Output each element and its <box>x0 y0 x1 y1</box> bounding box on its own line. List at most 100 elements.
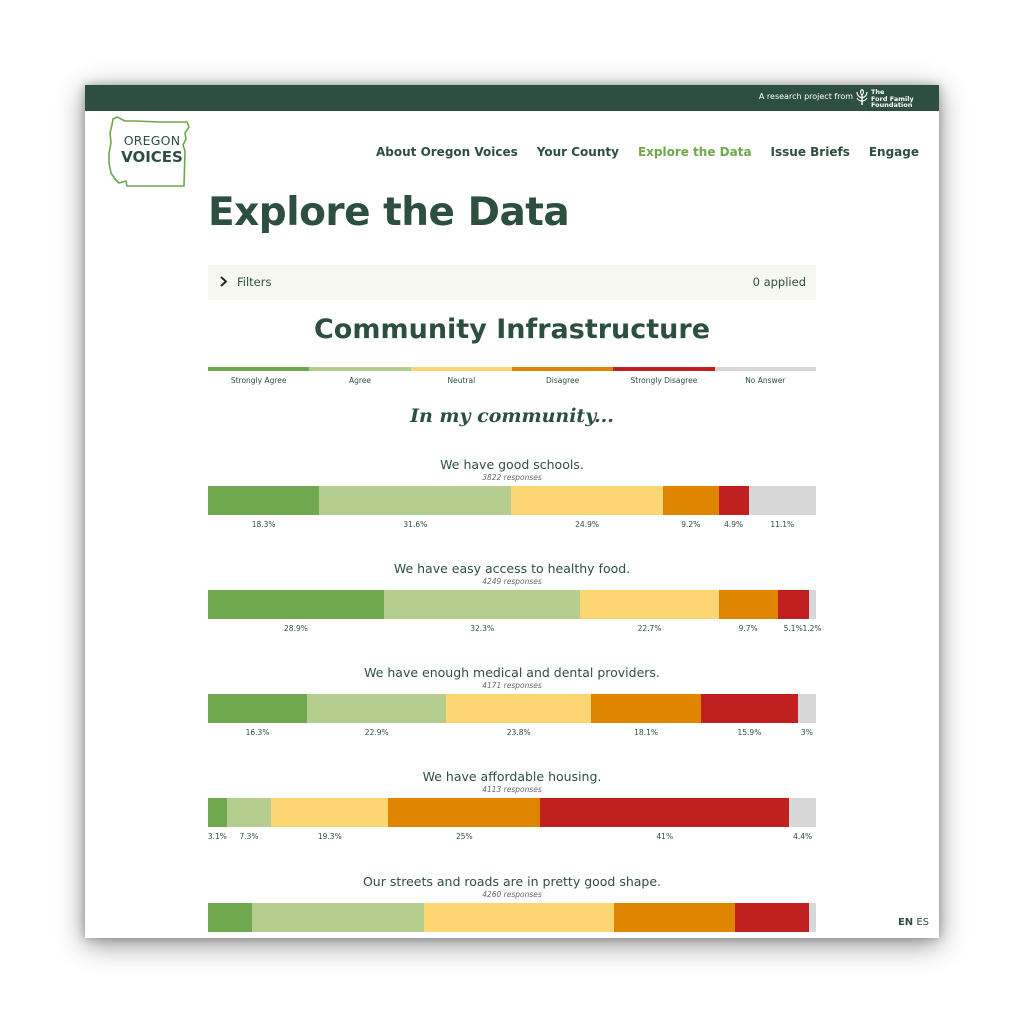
percent-label: 41% <box>656 832 674 841</box>
top-bar: A research project from The Ford Family … <box>85 85 939 111</box>
percent-labels: 16.3% 22.9% 23.8% 18.1% 15.9% 3% <box>208 728 816 742</box>
segment-strongly-disagree[interactable] <box>777 590 810 619</box>
filters-applied-count: 0 applied <box>752 275 806 289</box>
segment-neutral[interactable] <box>423 903 615 932</box>
language-switcher[interactable]: EN ES <box>898 917 929 928</box>
nav-explore-the-data[interactable]: Explore the Data <box>638 145 752 159</box>
percent-label: 9.7% <box>738 624 758 633</box>
nav-issue-briefs[interactable]: Issue Briefs <box>771 145 850 159</box>
segment-strongly-agree[interactable] <box>208 903 253 932</box>
nav-your-county[interactable]: Your County <box>537 145 619 159</box>
segment-no-answer[interactable] <box>748 486 817 515</box>
section-title: Community Infrastructure <box>313 314 711 345</box>
percent-label: 18.1% <box>634 728 658 737</box>
segment-no-answer[interactable] <box>789 798 817 827</box>
question-title: We have easy access to healthy food. <box>393 561 631 576</box>
lang-es[interactable]: ES <box>916 917 929 928</box>
stacked-bar <box>208 798 817 827</box>
response-count: 3822 responses <box>482 473 542 482</box>
ford-family-foundation-logo[interactable]: The Ford Family Foundation <box>855 88 931 108</box>
legend-item-strongly-disagree: Strongly Disagree <box>613 367 715 387</box>
page-title: Explore the Data <box>208 190 570 235</box>
stacked-bar <box>208 486 817 515</box>
segment-neutral[interactable] <box>580 590 720 619</box>
browser-page-frame: A research project from The Ford Family … <box>85 85 939 938</box>
segment-strongly-disagree[interactable] <box>718 486 749 515</box>
ford-logo-line-3: Foundation <box>871 101 913 109</box>
segment-strongly-agree[interactable] <box>208 694 308 723</box>
segment-no-answer[interactable] <box>797 694 817 723</box>
segment-strongly-disagree[interactable] <box>701 694 799 723</box>
segment-disagree[interactable] <box>662 486 720 515</box>
segment-strongly-disagree[interactable] <box>735 903 810 932</box>
chevron-right-icon <box>220 276 227 287</box>
percent-label: 15.9% <box>737 728 762 737</box>
nav-engage[interactable]: Engage <box>869 145 919 159</box>
percent-labels <box>208 937 816 938</box>
ford-foundation-tree-icon <box>856 89 868 105</box>
nav-about-oregon-voices[interactable]: About Oregon Voices <box>376 145 518 159</box>
percent-label: 24.9% <box>575 520 599 529</box>
legend-swatch-agree <box>309 367 411 371</box>
response-legend: Strongly Agree Agree Neutral Disagree St… <box>208 367 816 387</box>
percent-label: 4.4% <box>793 832 813 841</box>
legend-item-disagree: Disagree <box>511 367 614 387</box>
question-block: We have good schools. 3822 responses 18.… <box>208 457 817 534</box>
logo-line-voices: VOICES <box>121 148 183 166</box>
segment-agree[interactable] <box>383 590 581 619</box>
legend-swatch-no-answer <box>714 367 816 371</box>
legend-label: Strongly Disagree <box>630 376 698 385</box>
segment-disagree[interactable] <box>591 694 702 723</box>
percent-label: 3.1% <box>207 832 227 841</box>
legend-item-no-answer: No Answer <box>714 367 816 387</box>
question-title: Our streets and roads are in pretty good… <box>362 874 662 889</box>
response-count: 4113 responses <box>482 785 542 794</box>
filters-label: Filters <box>237 275 272 289</box>
segment-agree[interactable] <box>307 694 447 723</box>
segment-disagree[interactable] <box>388 798 541 827</box>
percent-label: 9.2% <box>681 520 701 529</box>
percent-label: 3% <box>800 728 813 737</box>
percent-label: 7.3% <box>239 832 259 841</box>
oregon-voices-logo[interactable]: OREGON VOICES <box>105 115 191 189</box>
legend-item-neutral: Neutral <box>410 367 512 387</box>
segment-disagree[interactable] <box>718 590 779 619</box>
question-block: We have easy access to healthy food. 424… <box>208 561 822 638</box>
segment-disagree[interactable] <box>613 903 736 932</box>
question-title: We have affordable housing. <box>422 769 602 784</box>
segment-strongly-agree[interactable] <box>208 798 228 827</box>
percent-label: 22.9% <box>364 728 389 737</box>
ford-logo-text: The Ford Family Foundation <box>871 89 914 109</box>
question-title: We have enough medical and dental provid… <box>364 665 660 680</box>
percent-label: 18.3% <box>251 520 276 529</box>
percent-label: 25% <box>455 832 473 841</box>
legend-label: Agree <box>348 376 372 385</box>
segment-strongly-disagree[interactable] <box>540 798 790 827</box>
response-count: 4249 responses <box>482 577 542 586</box>
segment-agree[interactable] <box>319 486 512 515</box>
question-title: We have good schools. <box>440 457 584 472</box>
segment-agree[interactable] <box>226 798 272 827</box>
segment-neutral[interactable] <box>271 798 389 827</box>
percent-labels: 28.9% 32.3% 22.7% 9.7% 5.1% 1.2% <box>208 624 822 638</box>
legend-label: Strongly Agree <box>230 376 287 385</box>
segment-agree[interactable] <box>252 903 425 932</box>
filters-toggle[interactable]: Filters 0 applied <box>208 265 816 300</box>
percent-label: 22.7% <box>637 624 662 633</box>
stacked-bar <box>208 903 817 932</box>
segment-no-answer[interactable] <box>808 903 817 932</box>
percent-labels: 3.1% 7.3% 19.3% 25% 41% 4.4% <box>208 832 816 846</box>
segment-neutral[interactable] <box>446 694 592 723</box>
percent-label: 19.3% <box>317 832 342 841</box>
segment-neutral[interactable] <box>511 486 664 515</box>
logo-line-oregon: OREGON <box>123 133 181 148</box>
segment-strongly-agree[interactable] <box>208 486 320 515</box>
legend-swatch-strongly-agree <box>208 367 310 371</box>
lang-en[interactable]: EN <box>898 917 913 928</box>
segment-strongly-agree[interactable] <box>208 590 385 619</box>
legend-item-agree: Agree <box>309 367 411 387</box>
segment-no-answer[interactable] <box>808 590 817 619</box>
legend-swatch-strongly-disagree <box>613 367 715 371</box>
legend-label: Disagree <box>546 376 580 385</box>
main-nav: About Oregon Voices Your County Explore … <box>376 145 919 159</box>
